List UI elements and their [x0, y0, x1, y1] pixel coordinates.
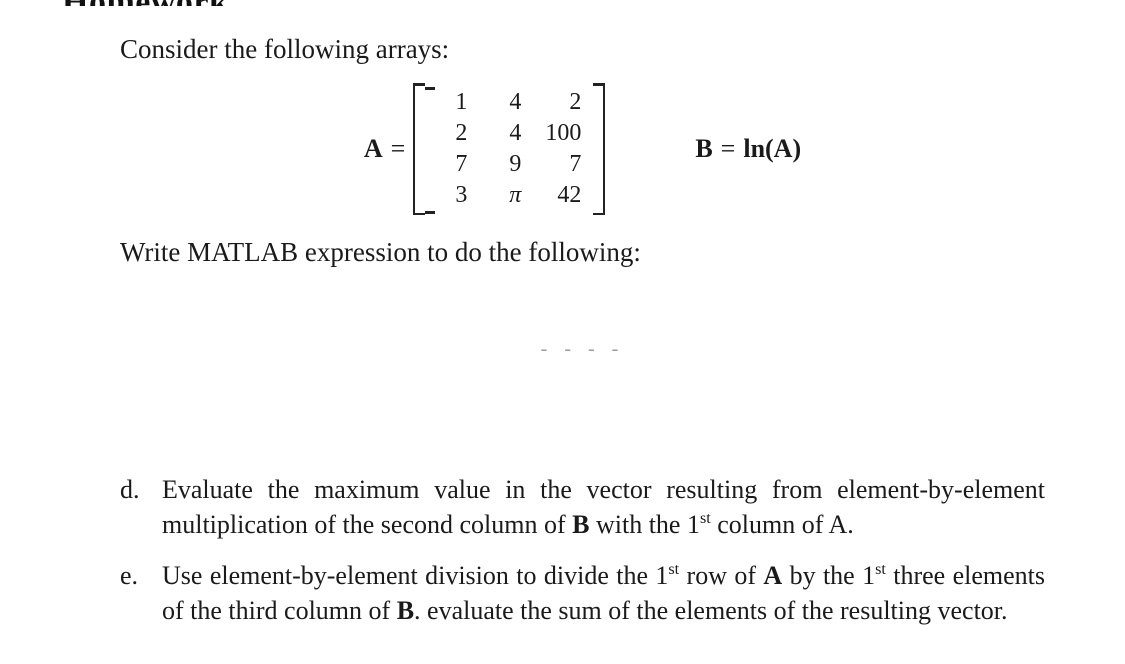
- table-row: 3 π 42: [425, 180, 593, 211]
- text-fragment: with the 1: [589, 510, 700, 539]
- matrix-A-definition: A = 1 4 2 2 4 100 7: [364, 83, 605, 215]
- question-list: d. Evaluate the maximum value in the vec…: [120, 472, 1045, 628]
- matrix-cell: 100: [533, 118, 593, 149]
- list-marker: d.: [120, 472, 162, 507]
- matrix-cell: 7: [533, 149, 593, 180]
- text-fragment: by the 1: [782, 561, 875, 590]
- instruction-text: Write MATLAB expression to do the follow…: [120, 237, 1045, 268]
- question-d-text: Evaluate the maximum value in the vector…: [162, 472, 1045, 542]
- ordinal-superscript: st: [875, 561, 886, 578]
- text-fragment: column of A.: [711, 510, 854, 539]
- matrix-cell-pi: π: [479, 180, 533, 211]
- list-marker: e.: [120, 558, 162, 593]
- matrix-cell: 9: [479, 149, 533, 180]
- matrix-A-grid: 1 4 2 2 4 100 7 9 7 3: [425, 87, 593, 211]
- matrix-A-label: A: [364, 134, 383, 164]
- matrix-B-expression: ln(A): [743, 134, 801, 164]
- ordinal-superscript: st: [668, 561, 679, 578]
- homework-page: Homework Consider the following arrays: …: [0, 0, 1125, 628]
- matrix-B-definition: B = ln(A): [695, 134, 801, 164]
- bold-A: A: [763, 561, 782, 590]
- table-row: 2 4 100: [425, 118, 593, 149]
- table-row: 7 9 7: [425, 149, 593, 180]
- matrix-cell: 42: [533, 180, 593, 211]
- prompt-text: Consider the following arrays:: [120, 34, 1045, 65]
- matrix-B-label: B: [695, 134, 712, 164]
- equals-sign: =: [721, 134, 736, 164]
- matrix-cell: 4: [479, 87, 533, 118]
- matrix-cell: 3: [425, 180, 479, 211]
- matrix-cell: 2: [425, 118, 479, 149]
- bold-B: B: [397, 596, 414, 625]
- vertical-spacer: [120, 346, 1045, 456]
- arrays-definition-row: A = 1 4 2 2 4 100 7: [120, 83, 1045, 215]
- question-d: d. Evaluate the maximum value in the vec…: [120, 472, 1045, 542]
- text-fragment: row of: [679, 561, 763, 590]
- matrix-cell: 7: [425, 149, 479, 180]
- matrix-cell: 4: [479, 118, 533, 149]
- section-title-cropped: Homework: [62, 0, 1045, 6]
- equals-sign: =: [391, 134, 406, 164]
- question-e: e. Use element-by-element division to di…: [120, 558, 1045, 628]
- matrix-A-brackets: 1 4 2 2 4 100 7 9 7 3: [413, 83, 605, 215]
- table-row: 1 4 2: [425, 87, 593, 118]
- bold-B: B: [572, 510, 589, 539]
- text-fragment: . evaluate the sum of the elements of th…: [414, 596, 1007, 625]
- question-e-text: Use element-by-element division to divid…: [162, 558, 1045, 628]
- matrix-cell: 1: [425, 87, 479, 118]
- matrix-cell: 2: [533, 87, 593, 118]
- ordinal-superscript: st: [700, 510, 711, 527]
- text-fragment: Use element-by-element division to divid…: [162, 561, 668, 590]
- faint-separator: - - - -: [120, 338, 1045, 346]
